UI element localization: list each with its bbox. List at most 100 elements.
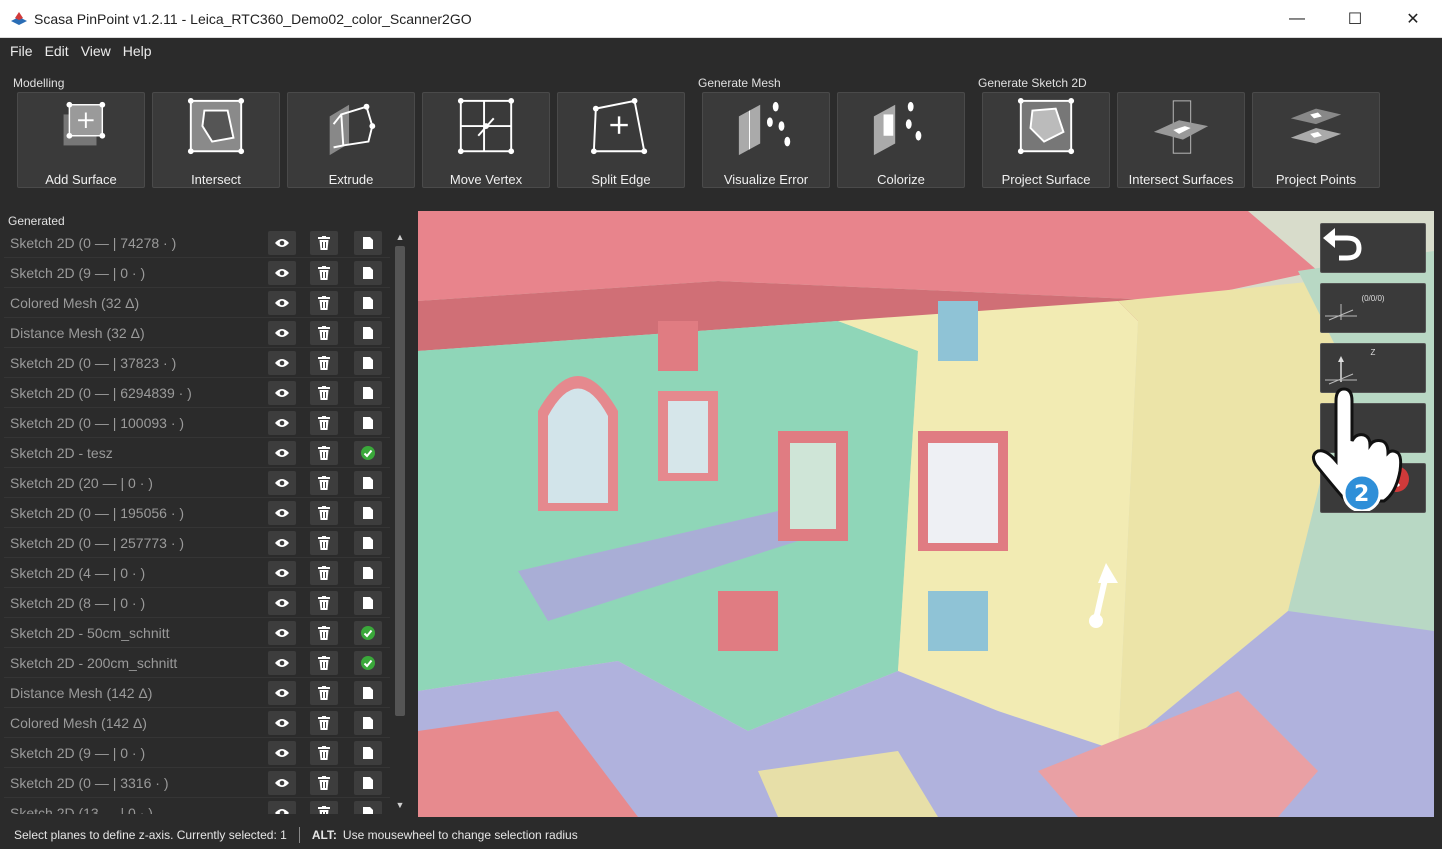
split-edge-button[interactable]: Split Edge: [557, 92, 685, 188]
document-icon[interactable]: [354, 800, 382, 814]
trash-icon[interactable]: [310, 590, 338, 615]
trash-icon[interactable]: [310, 350, 338, 375]
list-item[interactable]: Sketch 2D (13 — | 0 · ): [4, 798, 390, 814]
list-item[interactable]: Sketch 2D - tesz: [4, 438, 390, 468]
list-item[interactable]: Colored Mesh (32 Δ): [4, 288, 390, 318]
document-icon[interactable]: [354, 710, 382, 735]
document-icon[interactable]: [354, 260, 382, 285]
generated-list[interactable]: Sketch 2D (0 — | 74278 · ) Sketch 2D (9 —…: [4, 228, 390, 814]
eye-icon[interactable]: [268, 740, 296, 765]
trash-icon[interactable]: [310, 470, 338, 495]
check-icon[interactable]: [354, 440, 382, 465]
document-icon[interactable]: [354, 770, 382, 795]
document-icon[interactable]: [354, 590, 382, 615]
menu-file[interactable]: File: [5, 43, 38, 59]
intersect-surfaces-button[interactable]: Intersect Surfaces: [1117, 92, 1245, 188]
menu-edit[interactable]: Edit: [40, 43, 74, 59]
check-icon[interactable]: [354, 620, 382, 645]
document-icon[interactable]: [354, 320, 382, 345]
eye-icon[interactable]: [268, 710, 296, 735]
document-icon[interactable]: [354, 500, 382, 525]
list-item[interactable]: Sketch 2D - 200cm_schnitt: [4, 648, 390, 678]
list-item[interactable]: Sketch 2D (9 — | 0 · ): [4, 258, 390, 288]
trash-icon[interactable]: [310, 290, 338, 315]
trash-icon[interactable]: [310, 530, 338, 555]
list-item[interactable]: Distance Mesh (32 Δ): [4, 318, 390, 348]
document-icon[interactable]: [354, 290, 382, 315]
list-scrollbar[interactable]: ▲ ▼: [392, 228, 408, 814]
document-icon[interactable]: [354, 470, 382, 495]
document-icon[interactable]: [354, 230, 382, 255]
trash-icon[interactable]: [310, 230, 338, 255]
eye-icon[interactable]: [268, 800, 296, 814]
trash-icon[interactable]: [310, 500, 338, 525]
trash-icon[interactable]: [310, 410, 338, 435]
trash-icon[interactable]: [310, 560, 338, 585]
trash-icon[interactable]: [310, 740, 338, 765]
extrude-button[interactable]: Extrude: [287, 92, 415, 188]
list-item[interactable]: Sketch 2D (20 — | 0 · ): [4, 468, 390, 498]
document-icon[interactable]: [354, 680, 382, 705]
eye-icon[interactable]: [268, 230, 296, 255]
document-icon[interactable]: [354, 740, 382, 765]
eye-icon[interactable]: [268, 380, 296, 405]
eye-icon[interactable]: [268, 440, 296, 465]
trash-icon[interactable]: [310, 440, 338, 465]
colorize-button[interactable]: Colorize: [837, 92, 965, 188]
trash-icon[interactable]: [310, 650, 338, 675]
project-points-button[interactable]: Project Points: [1252, 92, 1380, 188]
add-surface-button[interactable]: Add Surface: [17, 92, 145, 188]
close-button[interactable]: ✕: [1384, 0, 1442, 38]
trash-icon[interactable]: [310, 260, 338, 285]
eye-icon[interactable]: [268, 680, 296, 705]
document-icon[interactable]: [354, 410, 382, 435]
list-item[interactable]: Sketch 2D (0 — | 257773 · ): [4, 528, 390, 558]
scroll-up-arrow-icon[interactable]: ▲: [392, 230, 408, 244]
minimize-button[interactable]: —: [1268, 0, 1326, 38]
list-item[interactable]: Sketch 2D (0 — | 74278 · ): [4, 228, 390, 258]
check-icon[interactable]: [354, 650, 382, 675]
list-item[interactable]: Sketch 2D (4 — | 0 · ): [4, 558, 390, 588]
eye-icon[interactable]: [268, 470, 296, 495]
list-item[interactable]: Colored Mesh (142 Δ): [4, 708, 390, 738]
eye-icon[interactable]: [268, 590, 296, 615]
list-item[interactable]: Sketch 2D (0 — | 3316 · ): [4, 768, 390, 798]
eye-icon[interactable]: [268, 560, 296, 585]
eye-icon[interactable]: [268, 770, 296, 795]
scroll-down-arrow-icon[interactable]: ▼: [392, 798, 408, 812]
trash-icon[interactable]: [310, 380, 338, 405]
document-icon[interactable]: [354, 350, 382, 375]
origin-button[interactable]: (0/0/0): [1320, 283, 1426, 333]
eye-icon[interactable]: [268, 260, 296, 285]
point-cloud-viewport[interactable]: (0/0/0) Z 2: [418, 211, 1434, 817]
list-item[interactable]: Sketch 2D (0 — | 100093 · ): [4, 408, 390, 438]
eye-icon[interactable]: [268, 320, 296, 345]
list-item[interactable]: Sketch 2D (8 — | 0 · ): [4, 588, 390, 618]
list-item[interactable]: Distance Mesh (142 Δ): [4, 678, 390, 708]
menu-view[interactable]: View: [76, 43, 116, 59]
document-icon[interactable]: [354, 560, 382, 585]
intersect-button[interactable]: Intersect: [152, 92, 280, 188]
list-item[interactable]: Sketch 2D (0 — | 37823 · ): [4, 348, 390, 378]
maximize-button[interactable]: ☐: [1326, 0, 1384, 38]
list-item[interactable]: Sketch 2D (0 — | 195056 · ): [4, 498, 390, 528]
scrollbar-thumb[interactable]: [395, 246, 405, 716]
trash-icon[interactable]: [310, 710, 338, 735]
eye-icon[interactable]: [268, 350, 296, 375]
trash-icon[interactable]: [310, 320, 338, 345]
eye-icon[interactable]: [268, 290, 296, 315]
trash-icon[interactable]: [310, 800, 338, 814]
eye-icon[interactable]: [268, 530, 296, 555]
move-vertex-button[interactable]: Move Vertex: [422, 92, 550, 188]
document-icon[interactable]: [354, 530, 382, 555]
eye-icon[interactable]: [268, 650, 296, 675]
undo-button[interactable]: [1320, 223, 1426, 273]
trash-icon[interactable]: [310, 680, 338, 705]
eye-icon[interactable]: [268, 410, 296, 435]
visualize-error-button[interactable]: Visualize Error: [702, 92, 830, 188]
list-item[interactable]: Sketch 2D - 50cm_schnitt: [4, 618, 390, 648]
menu-help[interactable]: Help: [118, 43, 157, 59]
trash-icon[interactable]: [310, 770, 338, 795]
document-icon[interactable]: [354, 380, 382, 405]
eye-icon[interactable]: [268, 500, 296, 525]
